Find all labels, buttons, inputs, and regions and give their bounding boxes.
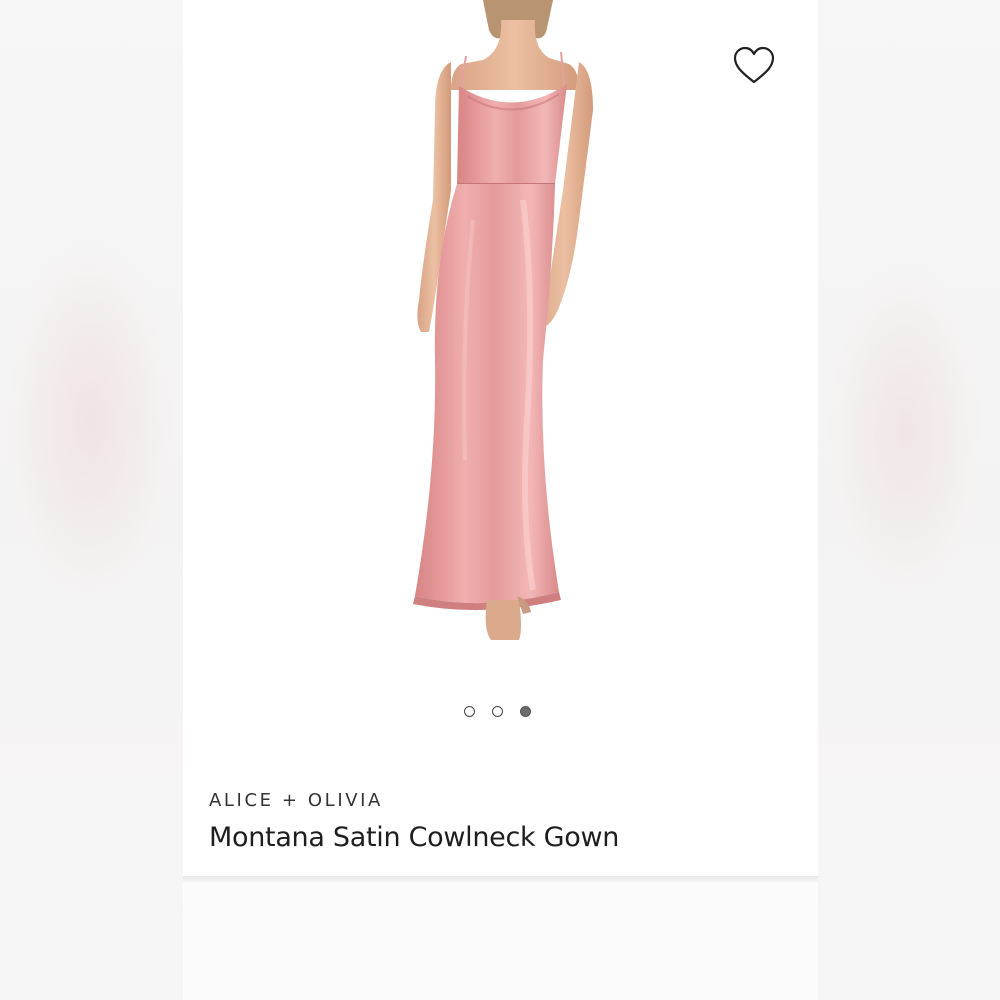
product-image[interactable] <box>183 0 818 690</box>
carousel-dot-1[interactable] <box>464 706 475 717</box>
lower-content-area <box>183 882 818 1000</box>
carousel-dot-2[interactable] <box>492 706 503 717</box>
heart-outline-icon <box>733 46 775 84</box>
product-card: ALICE + OLIVIA Montana Satin Cowlneck Go… <box>183 0 818 876</box>
image-carousel-indicator <box>464 706 531 717</box>
favorite-button[interactable] <box>731 44 777 88</box>
product-title[interactable]: Montana Satin Cowlneck Gown <box>209 822 619 853</box>
carousel-dot-3-active[interactable] <box>520 706 531 717</box>
product-brand[interactable]: ALICE + OLIVIA <box>209 790 383 811</box>
